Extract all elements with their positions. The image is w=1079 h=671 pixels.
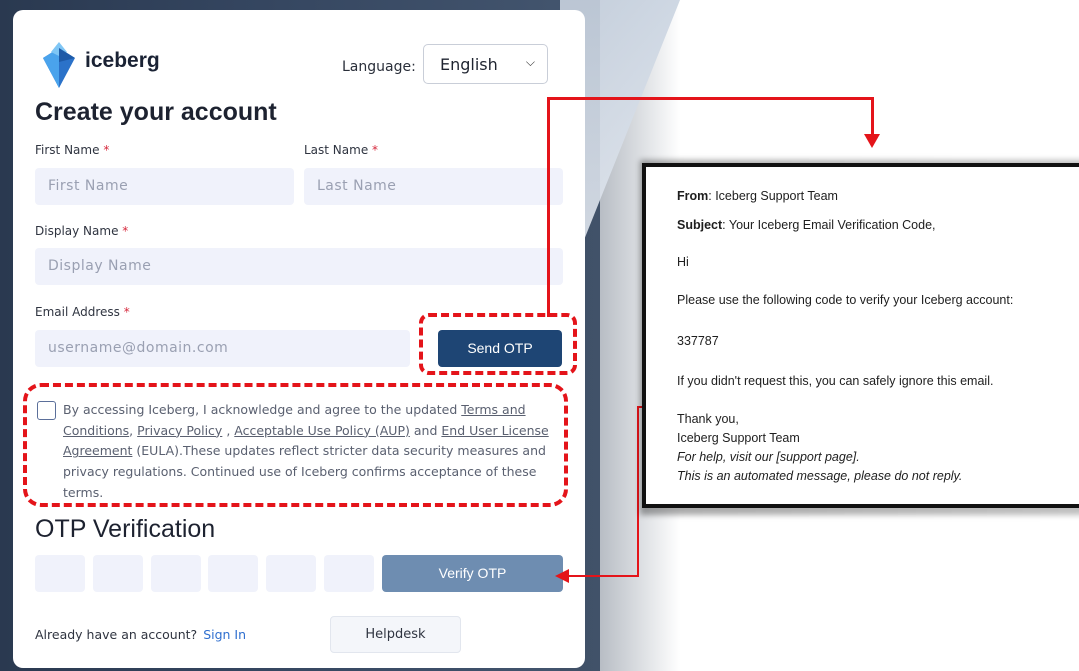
email-greeting: Hi: [677, 255, 689, 269]
signup-card: iceberg Language: English ⌵ Create your …: [13, 10, 585, 668]
aup-link[interactable]: Acceptable Use Policy (AUP): [234, 423, 410, 438]
otp-digit-input[interactable]: [324, 555, 374, 592]
otp-digit-input[interactable]: [93, 555, 143, 592]
page-title: Create your account: [35, 98, 277, 126]
otp-digit-input[interactable]: [151, 555, 201, 592]
language-select[interactable]: English ⌵: [423, 44, 548, 84]
first-name-label: First Name *: [35, 143, 110, 157]
helpdesk-button[interactable]: Helpdesk: [330, 616, 461, 653]
email-code: 337787: [677, 334, 719, 348]
email-from: From: Iceberg Support Team: [677, 189, 838, 203]
display-name-input[interactable]: Display Name: [35, 248, 563, 285]
terms-checkbox[interactable]: [37, 401, 56, 420]
email-subject: Subject: Your Iceberg Email Verification…: [677, 218, 936, 232]
language-selected: English: [440, 55, 498, 74]
connector-line: [547, 97, 550, 317]
brand-name: iceberg: [85, 49, 160, 72]
chevron-down-icon: ⌵: [525, 55, 535, 69]
email-thanks: Thank you,: [677, 412, 739, 426]
verify-otp-button[interactable]: Verify OTP: [382, 555, 563, 592]
display-name-label: Display Name *: [35, 224, 129, 238]
arrow-left-icon: [555, 569, 569, 583]
signin-link[interactable]: Sign In: [203, 627, 246, 642]
send-otp-button[interactable]: Send OTP: [438, 330, 562, 367]
last-name-input[interactable]: Last Name: [304, 168, 563, 205]
privacy-policy-link[interactable]: Privacy Policy: [137, 423, 222, 438]
email-label: Email Address *: [35, 305, 130, 319]
email-ignore-note: If you didn't request this, you can safe…: [677, 374, 994, 388]
email-signature: Iceberg Support Team: [677, 431, 800, 445]
otp-digit-input[interactable]: [266, 555, 316, 592]
connector-line: [547, 97, 873, 100]
email-help-note: For help, visit our [support page].: [677, 450, 860, 464]
last-name-label: Last Name *: [304, 143, 379, 157]
terms-text: By accessing Iceberg, I acknowledge and …: [63, 402, 549, 500]
iceberg-logo-icon: [43, 42, 75, 88]
brand-logo: iceberg: [41, 40, 160, 90]
arrow-down-icon: [864, 134, 880, 148]
email-auto-note: This is an automated message, please do …: [677, 469, 963, 483]
language-label: Language:: [342, 59, 416, 75]
verification-email: From: Iceberg Support Team Subject: Your…: [642, 163, 1079, 508]
connector-line: [871, 97, 874, 135]
connector-line: [637, 406, 639, 577]
email-instruction: Please use the following code to verify …: [677, 293, 1014, 307]
email-input[interactable]: username@domain.com: [35, 330, 410, 367]
connector-line: [568, 575, 639, 577]
first-name-input[interactable]: First Name: [35, 168, 294, 205]
signin-prompt: Already have an account? Sign In: [35, 627, 247, 642]
otp-digit-input[interactable]: [35, 555, 85, 592]
otp-title: OTP Verification: [35, 515, 216, 543]
otp-digit-input[interactable]: [208, 555, 258, 592]
